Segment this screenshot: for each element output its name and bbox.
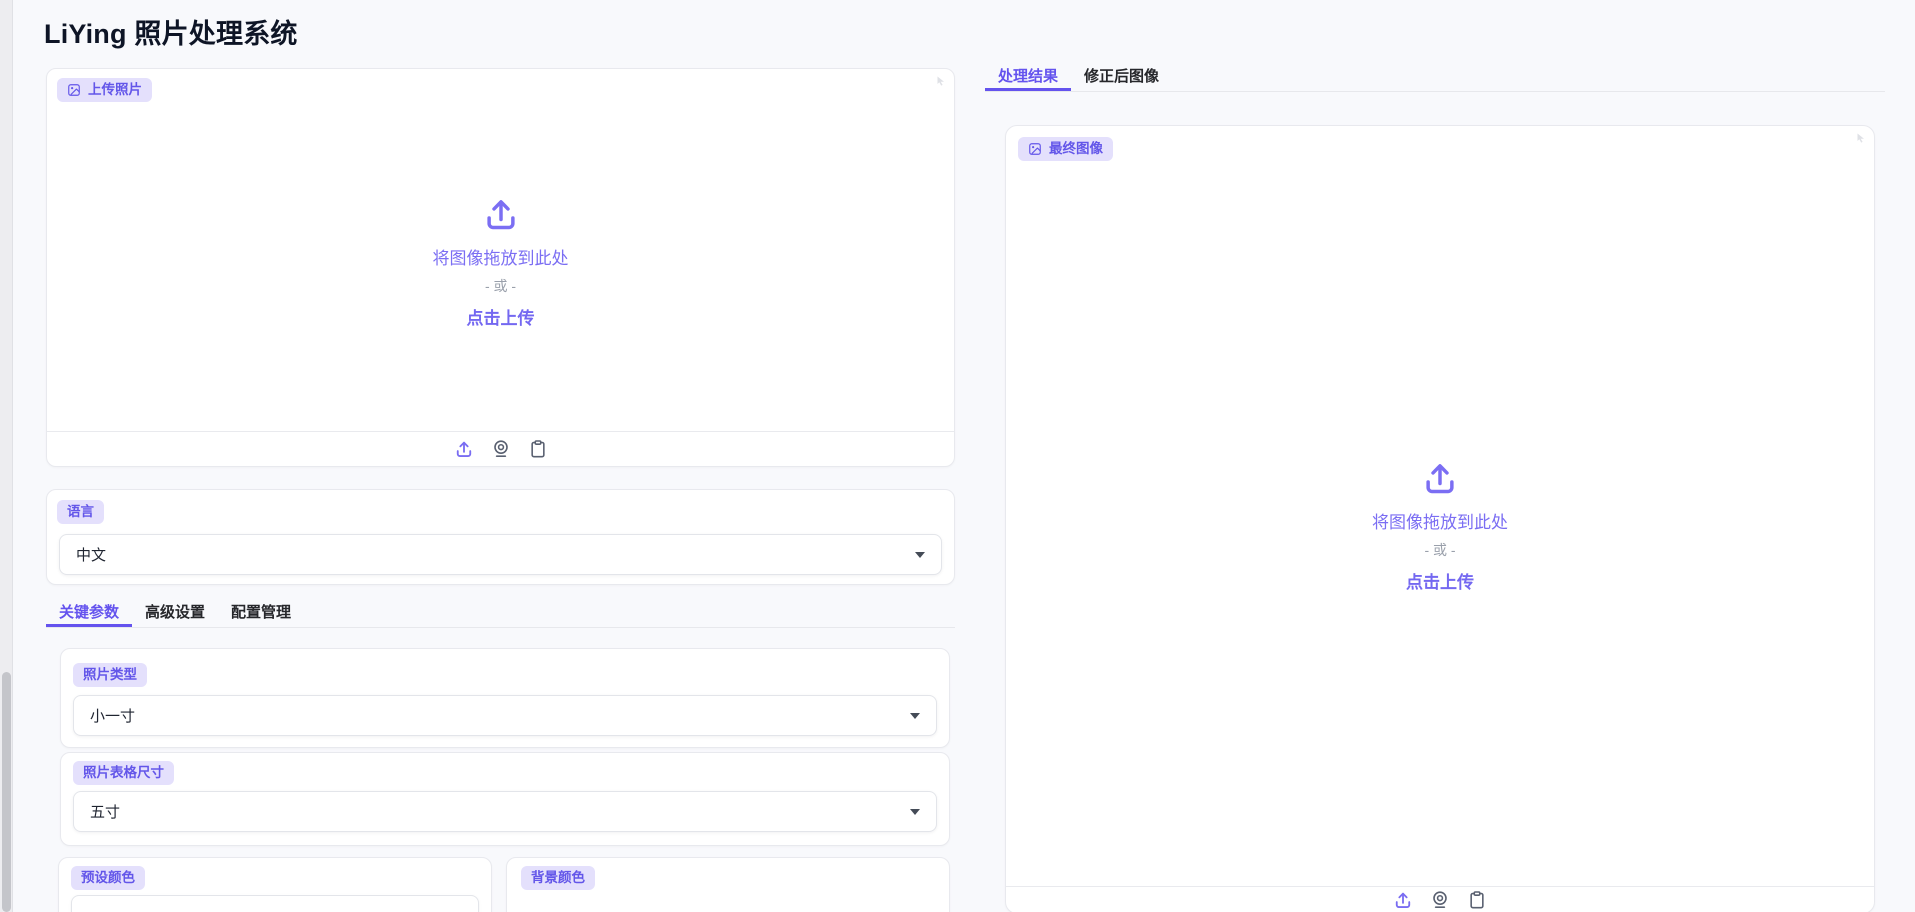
tab-advanced-settings[interactable]: 高级设置 <box>132 598 218 627</box>
background-color-label-badge: 背景颜色 <box>521 866 595 890</box>
language-label: 语言 <box>67 505 94 519</box>
webcam-icon <box>491 439 511 459</box>
chevron-down-icon <box>915 552 925 558</box>
drop-instruction-text: 将图像拖放到此处 <box>1006 508 1874 533</box>
upload-dropzone[interactable]: 将图像拖放到此处 - 或 - 点击上传 <box>47 195 954 329</box>
page-title: LiYing 照片处理系统 <box>44 12 298 51</box>
upload-icon <box>1006 459 1874 502</box>
language-value: 中文 <box>76 544 106 565</box>
photo-type-card: 照片类型 小一寸 <box>60 648 950 748</box>
result-dropzone[interactable]: 将图像拖放到此处 - 或 - 点击上传 <box>1006 459 1874 593</box>
sheet-size-card: 照片表格尺寸 五寸 <box>60 752 950 846</box>
preset-color-label: 预设颜色 <box>81 871 135 885</box>
tab-config-management[interactable]: 配置管理 <box>218 598 304 627</box>
clipboard-source-button[interactable] <box>528 439 548 459</box>
sheet-size-select[interactable]: 五寸 <box>73 791 937 832</box>
sheet-size-label: 照片表格尺寸 <box>83 766 164 780</box>
sheet-size-label-badge: 照片表格尺寸 <box>73 761 174 785</box>
tab-key-parameters[interactable]: 关键参数 <box>46 598 132 627</box>
photo-type-label-badge: 照片类型 <box>73 663 147 687</box>
click-to-upload-link[interactable]: 点击上传 <box>1006 568 1874 593</box>
photo-type-label: 照片类型 <box>83 668 137 682</box>
clipboard-source-button[interactable] <box>1467 890 1487 910</box>
webcam-icon <box>1430 890 1450 910</box>
clipboard-icon <box>528 439 548 459</box>
settings-tabs: 关键参数 高级设置 配置管理 <box>46 598 955 628</box>
chevron-down-icon <box>910 809 920 815</box>
upload-source-button[interactable] <box>1393 890 1413 910</box>
vertical-scrollbar[interactable] <box>0 0 13 912</box>
webcam-source-button[interactable] <box>491 439 511 459</box>
image-source-toolbar <box>1006 886 1874 912</box>
tab-processing-result[interactable]: 处理结果 <box>985 62 1071 91</box>
webcam-source-button[interactable] <box>1430 890 1450 910</box>
preset-color-card: 预设颜色 <box>58 857 492 912</box>
or-text: - 或 - <box>47 276 954 296</box>
image-icon <box>1028 142 1042 156</box>
preset-color-input[interactable] <box>71 895 479 912</box>
image-source-toolbar <box>47 431 954 466</box>
background-color-label: 背景颜色 <box>531 871 585 885</box>
upload-photo-label-badge: 上传照片 <box>57 78 152 102</box>
upload-icon <box>47 195 954 238</box>
image-icon <box>67 83 81 97</box>
final-image-label: 最终图像 <box>1049 142 1103 156</box>
result-tabs: 处理结果 修正后图像 <box>985 62 1885 92</box>
upload-source-button[interactable] <box>454 439 474 459</box>
photo-type-value: 小一寸 <box>90 705 135 726</box>
chevron-down-icon <box>910 713 920 719</box>
upload-photo-card: 上传照片 将图像拖放到此处 - 或 - 点击上传 <box>46 68 955 467</box>
or-text: - 或 - <box>1006 540 1874 560</box>
fullscreen-icon[interactable] <box>1855 131 1867 143</box>
language-select[interactable]: 中文 <box>59 534 942 575</box>
language-card: 语言 中文 <box>46 489 955 585</box>
final-image-label-badge: 最终图像 <box>1018 137 1113 161</box>
upload-icon <box>454 439 474 459</box>
preset-color-label-badge: 预设颜色 <box>71 866 145 890</box>
photo-type-select[interactable]: 小一寸 <box>73 695 937 736</box>
drop-instruction-text: 将图像拖放到此处 <box>47 244 954 269</box>
scrollbar-thumb[interactable] <box>2 672 11 912</box>
upload-icon <box>1393 890 1413 910</box>
click-to-upload-link[interactable]: 点击上传 <box>47 304 954 329</box>
final-image-card: 最终图像 将图像拖放到此处 - 或 - 点击上传 <box>1005 125 1875 912</box>
fullscreen-icon[interactable] <box>935 74 947 86</box>
clipboard-icon <box>1467 890 1487 910</box>
sheet-size-value: 五寸 <box>90 801 120 822</box>
app-window: LiYing 照片处理系统 上传照片 将图像拖放到此处 - 或 - 点击上传 语… <box>0 0 1915 912</box>
background-color-card: 背景颜色 <box>506 857 950 912</box>
upload-photo-label: 上传照片 <box>88 83 142 97</box>
tab-corrected-image[interactable]: 修正后图像 <box>1071 62 1172 91</box>
language-label-badge: 语言 <box>57 500 104 524</box>
